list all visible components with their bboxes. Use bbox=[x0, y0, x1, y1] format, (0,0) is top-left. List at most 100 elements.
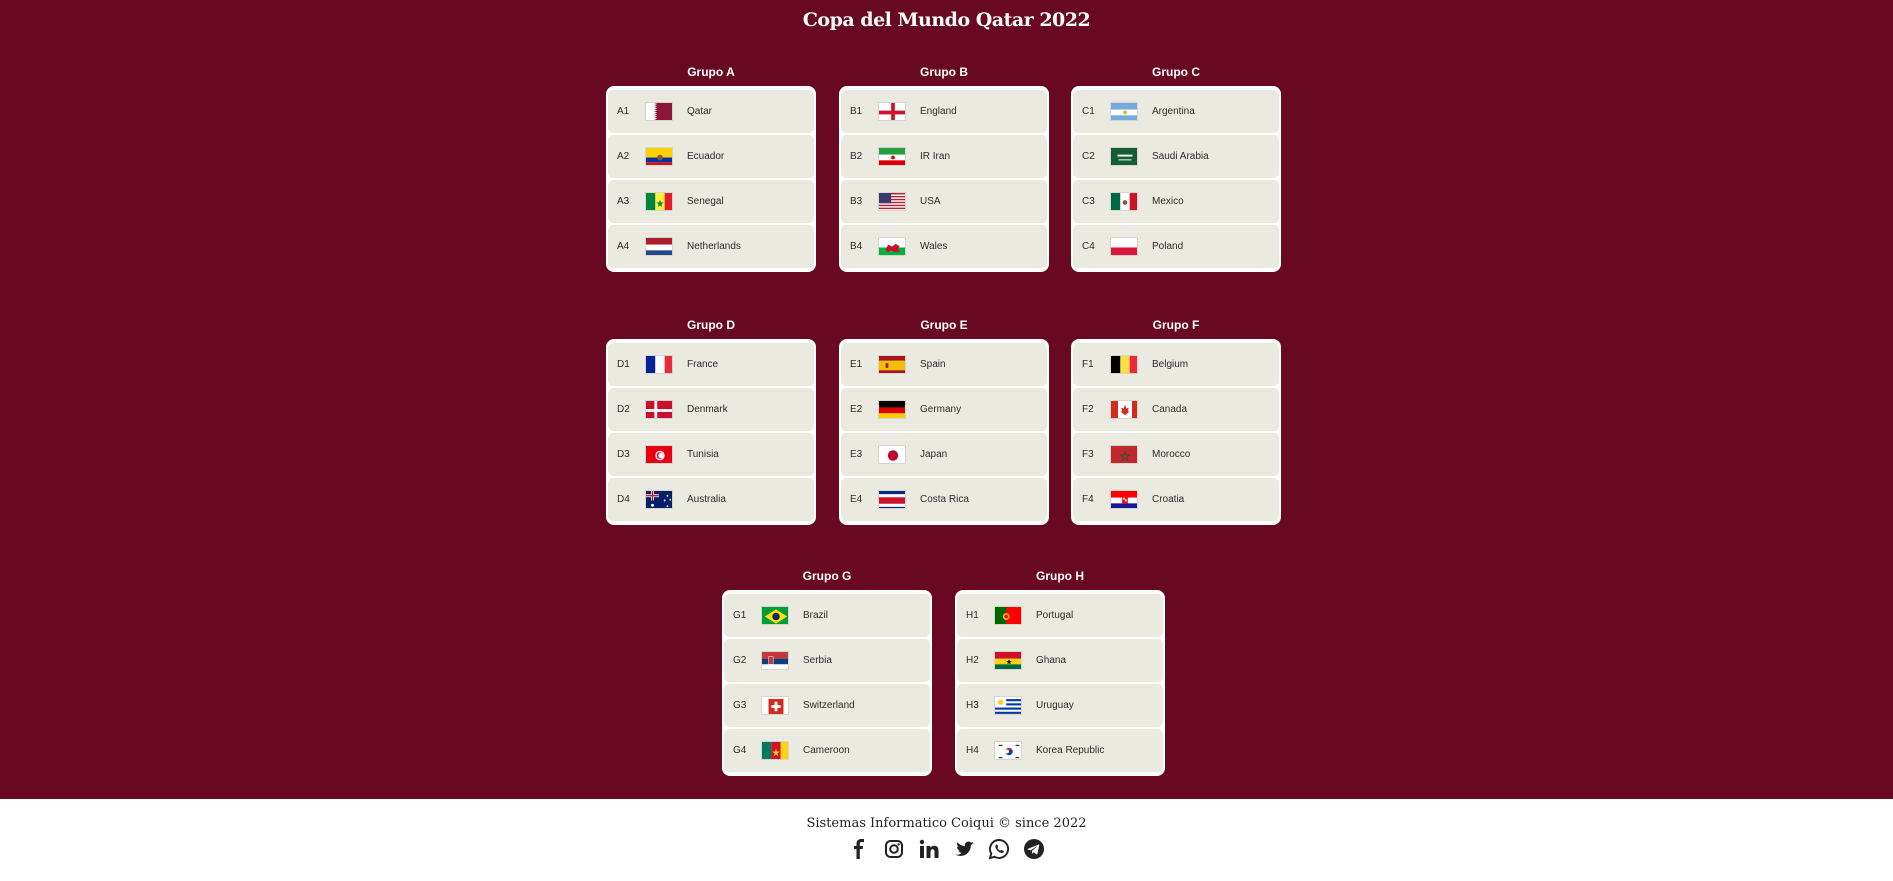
wales-flag bbox=[878, 237, 906, 256]
team-row[interactable]: B3 USA bbox=[841, 180, 1047, 223]
australia-flag bbox=[645, 490, 673, 509]
team-row[interactable]: E4 Costa Rica bbox=[841, 478, 1047, 521]
team-row[interactable]: B2 IR Iran bbox=[841, 135, 1047, 178]
serbia-flag bbox=[761, 651, 789, 670]
team-row[interactable]: A3 Senegal bbox=[608, 180, 814, 223]
group-card: H1 Portugal H2 Ghana H3 Uruguay H4 Korea Re… bbox=[955, 590, 1165, 776]
team-row[interactable]: C1 Argentina bbox=[1073, 90, 1279, 133]
team-row[interactable]: E2 Germany bbox=[841, 388, 1047, 431]
team-code: E1 bbox=[850, 359, 863, 370]
team-row[interactable]: F1 Belgium bbox=[1073, 343, 1279, 386]
team-row[interactable]: F3 Morocco bbox=[1073, 433, 1279, 476]
ghana-flag bbox=[994, 651, 1022, 670]
team-name: Cameroon bbox=[803, 745, 850, 756]
team-code: C4 bbox=[1082, 241, 1095, 252]
groups-section: Copa del Mundo Qatar 2022 Grupo A A1 Qat… bbox=[0, 0, 1893, 799]
team-code: G4 bbox=[733, 745, 747, 756]
team-code: H1 bbox=[966, 610, 979, 621]
team-code: A3 bbox=[617, 196, 630, 207]
team-name: Belgium bbox=[1152, 359, 1189, 370]
team-name: Uruguay bbox=[1036, 700, 1074, 711]
team-row[interactable]: D3 Tunisia bbox=[608, 433, 814, 476]
group-title: Grupo B bbox=[920, 65, 968, 79]
twitter-icon[interactable] bbox=[953, 838, 975, 860]
team-code: D1 bbox=[617, 359, 630, 370]
uruguay-flag bbox=[994, 696, 1022, 715]
morocco-flag bbox=[1110, 445, 1138, 464]
team-row[interactable]: D2 Denmark bbox=[608, 388, 814, 431]
team-code: D4 bbox=[617, 494, 630, 505]
group-h: Grupo H H1 Portugal H2 Ghana H3 Uruguay H4 … bbox=[955, 566, 1165, 776]
team-code: C3 bbox=[1082, 196, 1095, 207]
team-row[interactable]: A1 Qatar bbox=[608, 90, 814, 133]
team-row[interactable]: H2 Ghana bbox=[957, 639, 1163, 682]
cameroon-flag bbox=[761, 741, 789, 760]
instagram-icon[interactable] bbox=[883, 838, 905, 860]
group-card: B1 England B2 IR Iran B3 USA B4 Wales bbox=[839, 86, 1049, 272]
team-row[interactable]: G2 Serbia bbox=[724, 639, 930, 682]
team-row[interactable]: G3 Switzerland bbox=[724, 684, 930, 727]
group-a: Grupo A A1 Qatar A2 Ecuador A3 Senegal A4 N… bbox=[606, 62, 816, 272]
team-code: D2 bbox=[617, 404, 630, 415]
team-row[interactable]: H1 Portugal bbox=[957, 594, 1163, 637]
team-name: Morocco bbox=[1152, 449, 1191, 460]
poland-flag bbox=[1110, 237, 1138, 256]
group-title: Grupo C bbox=[1152, 65, 1200, 79]
team-code: D3 bbox=[617, 449, 630, 460]
team-row[interactable]: D1 France bbox=[608, 343, 814, 386]
team-row[interactable]: F4 Croatia bbox=[1073, 478, 1279, 521]
team-name: Canada bbox=[1152, 404, 1188, 415]
team-row[interactable]: H4 Korea Republic bbox=[957, 729, 1163, 772]
team-row[interactable]: F2 Canada bbox=[1073, 388, 1279, 431]
team-code: E4 bbox=[850, 494, 863, 505]
france-flag bbox=[645, 355, 673, 374]
team-row[interactable]: E3 Japan bbox=[841, 433, 1047, 476]
team-row[interactable]: B1 England bbox=[841, 90, 1047, 133]
team-row[interactable]: E1 Spain bbox=[841, 343, 1047, 386]
team-code: F3 bbox=[1082, 449, 1094, 460]
group-e: Grupo E E1 Spain E2 Germany E3 Japan E4 Cos… bbox=[839, 315, 1049, 525]
group-title: Grupo F bbox=[1152, 318, 1200, 332]
team-code: F4 bbox=[1082, 494, 1094, 505]
group-card: C1 Argentina C2 Saudi Arabia C3 Mexico C4 P… bbox=[1071, 86, 1281, 272]
team-row[interactable]: B4 Wales bbox=[841, 225, 1047, 268]
team-name: Tunisia bbox=[687, 449, 719, 460]
team-row[interactable]: G4 Cameroon bbox=[724, 729, 930, 772]
team-name: IR Iran bbox=[920, 151, 951, 162]
japan-flag bbox=[878, 445, 906, 464]
qatar-flag bbox=[645, 102, 673, 121]
linkedin-icon[interactable] bbox=[918, 838, 940, 860]
saudi-arabia-flag bbox=[1110, 147, 1138, 166]
croatia-flag bbox=[1110, 490, 1138, 509]
team-code: H2 bbox=[966, 655, 979, 666]
whatsapp-icon[interactable] bbox=[988, 838, 1010, 860]
team-row[interactable]: D4 Australia bbox=[608, 478, 814, 521]
team-row[interactable]: C3 Mexico bbox=[1073, 180, 1279, 223]
team-row[interactable]: A2 Ecuador bbox=[608, 135, 814, 178]
england-flag bbox=[878, 102, 906, 121]
team-code: A1 bbox=[617, 106, 630, 117]
team-name: Australia bbox=[687, 494, 726, 505]
team-code: H4 bbox=[966, 745, 979, 756]
team-name: Poland bbox=[1152, 241, 1184, 252]
team-name: Mexico bbox=[1152, 196, 1184, 207]
group-title: Grupo E bbox=[920, 318, 968, 332]
belgium-flag bbox=[1110, 355, 1138, 374]
team-code: B2 bbox=[850, 151, 863, 162]
team-name: Japan bbox=[920, 449, 948, 460]
team-code: A4 bbox=[617, 241, 630, 252]
team-name: France bbox=[687, 359, 719, 370]
team-row[interactable]: H3 Uruguay bbox=[957, 684, 1163, 727]
team-row[interactable]: C4 Poland bbox=[1073, 225, 1279, 268]
team-name: USA bbox=[920, 196, 941, 207]
group-title: Grupo H bbox=[1036, 569, 1084, 583]
team-name: Switzerland bbox=[803, 700, 855, 711]
team-row[interactable]: C2 Saudi Arabia bbox=[1073, 135, 1279, 178]
team-code: E2 bbox=[850, 404, 863, 415]
facebook-icon[interactable] bbox=[848, 838, 870, 860]
usa-flag bbox=[878, 192, 906, 211]
telegram-icon[interactable] bbox=[1023, 838, 1045, 860]
team-row[interactable]: G1 Brazil bbox=[724, 594, 930, 637]
team-name: Germany bbox=[920, 404, 962, 415]
team-row[interactable]: A4 Netherlands bbox=[608, 225, 814, 268]
